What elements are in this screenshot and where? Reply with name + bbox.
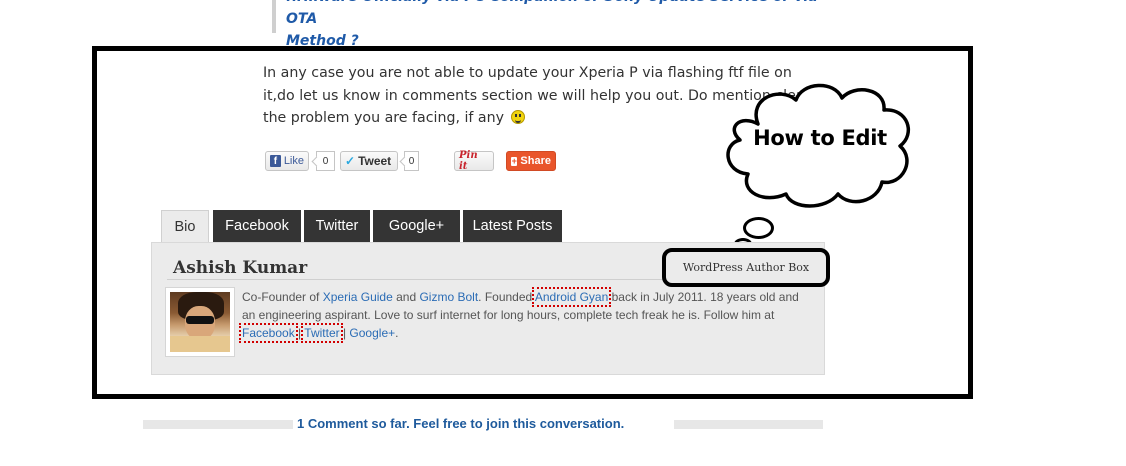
previous-heading[interactable]: firmware Officially via PC Companion or … [272, 0, 832, 49]
tweet-count: 0 [404, 151, 419, 171]
tweet-button[interactable]: ✓ Tweet [340, 151, 398, 171]
comments-count-link[interactable]: 1 Comment so far. Feel free to join this… [297, 416, 624, 431]
smiley-icon [510, 110, 525, 124]
link-google-plus[interactable]: Google+ [349, 326, 395, 340]
bio-separator-2: | [339, 326, 350, 340]
bio-text-1: Co-Founder of [242, 290, 323, 304]
facebook-like-button[interactable]: f Like [265, 151, 309, 171]
tab-google-plus[interactable]: Google+ [373, 210, 460, 242]
facebook-icon: f [270, 155, 281, 167]
twitter-bird-icon: ✓ [345, 154, 356, 168]
bio-text-2: and [392, 290, 420, 304]
link-facebook[interactable]: Facebook [239, 323, 298, 343]
previous-heading-line1[interactable]: firmware Officially via PC Companion or … [286, 0, 832, 30]
author-photo [170, 292, 230, 352]
tab-twitter[interactable]: Twitter [304, 210, 370, 242]
pin-it-label: Pin it [459, 150, 478, 172]
link-gizmo-bolt[interactable]: Gizmo Bolt [419, 290, 478, 304]
tab-latest-posts[interactable]: Latest Posts [463, 210, 562, 242]
how-to-edit-label: How to Edit [753, 126, 887, 150]
comments-bar-right [674, 420, 823, 429]
bio-separator-1: | [294, 326, 305, 340]
share-label: Share [520, 155, 551, 167]
author-avatar [165, 287, 235, 357]
bio-text-5: . [395, 326, 399, 340]
facebook-like-count: 0 [316, 151, 335, 171]
tweet-label: Tweet [358, 154, 392, 168]
facebook-like-label: Like [283, 155, 304, 167]
comments-bar-left [143, 420, 293, 429]
plus-icon: + [511, 155, 518, 166]
pin-it-button[interactable]: Pin it [454, 150, 494, 172]
tab-bio[interactable]: Bio [161, 210, 209, 243]
author-name: Ashish Kumar [173, 258, 308, 278]
share-button[interactable]: + Share [506, 151, 556, 171]
thought-bubble-large [743, 217, 774, 239]
link-twitter[interactable]: Twitter [301, 323, 343, 343]
wordpress-author-box-label: WordPress Author Box [682, 261, 810, 274]
share-row: f Like 0 ✓ Tweet 0 Pin it + Share [0, 150, 1126, 172]
tab-facebook[interactable]: Facebook [213, 210, 301, 242]
link-android-gyan[interactable]: Android Gyan [531, 287, 612, 307]
wordpress-author-box-callout: WordPress Author Box [662, 248, 830, 287]
author-bio: Co-Founder of Xperia Guide and Gizmo Bol… [239, 287, 812, 343]
link-xperia-guide[interactable]: Xperia Guide [323, 290, 393, 304]
bio-text-3: . Founded [478, 290, 535, 304]
